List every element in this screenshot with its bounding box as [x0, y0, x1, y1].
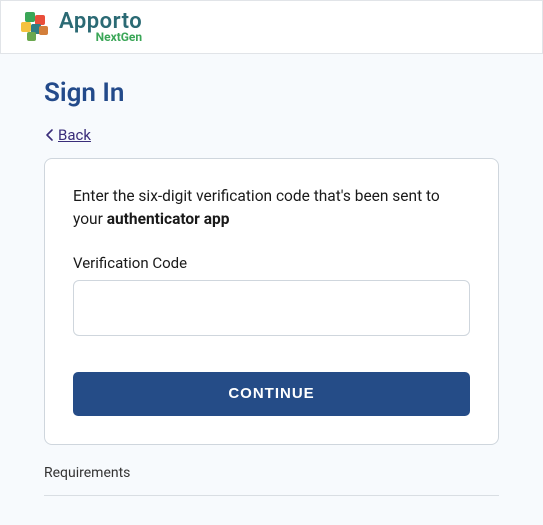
content: Sign In Back Enter the six-digit verific…: [0, 54, 543, 506]
brand-text: Apporto NextGen: [59, 11, 142, 43]
instruction-text: Enter the six-digit verification code th…: [73, 185, 470, 232]
verification-code-label: Verification Code: [73, 254, 470, 272]
instruction-bold: authenticator app: [107, 210, 230, 228]
chevron-left-icon: [44, 128, 56, 142]
verification-code-input[interactable]: [73, 280, 470, 336]
verification-card: Enter the six-digit verification code th…: [44, 158, 499, 445]
continue-button[interactable]: CONTINUE: [73, 372, 470, 416]
page-title: Sign In: [44, 78, 499, 108]
divider: [44, 495, 499, 496]
logo-icon: [21, 12, 51, 42]
topbar: Apporto NextGen: [0, 0, 543, 54]
back-link[interactable]: Back: [44, 126, 91, 144]
requirements-link[interactable]: Requirements: [44, 465, 499, 481]
back-label: Back: [58, 126, 91, 144]
